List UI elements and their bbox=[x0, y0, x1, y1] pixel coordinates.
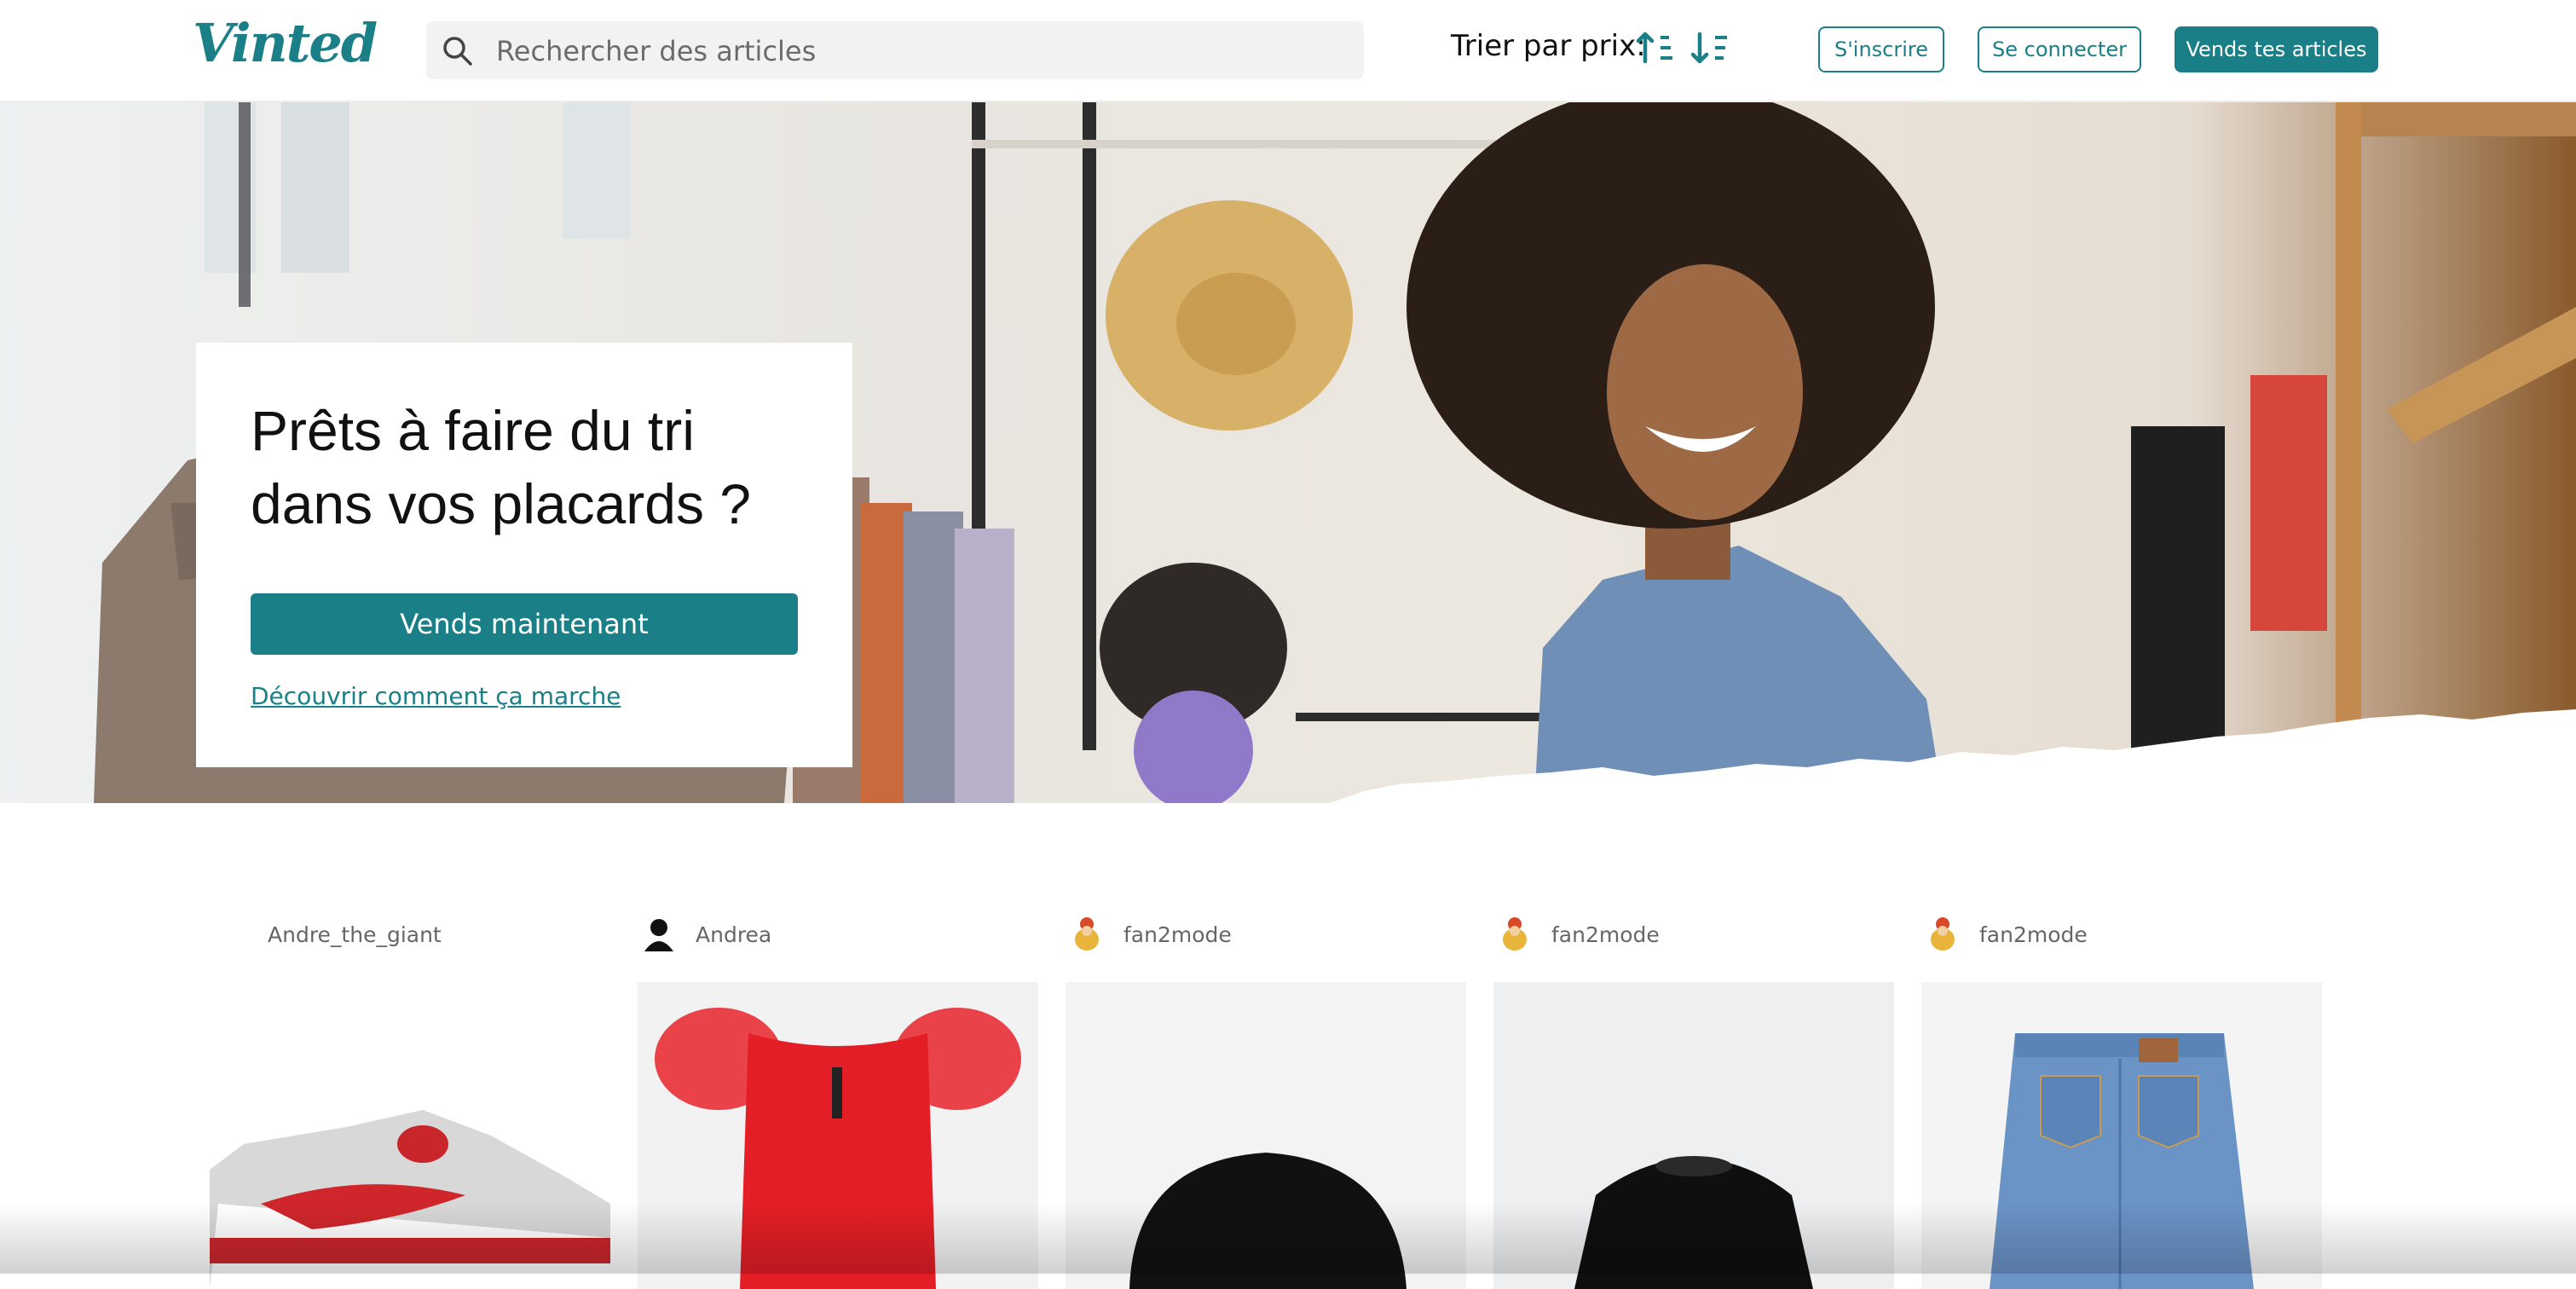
avatar bbox=[1075, 917, 1099, 951]
hero-card: Prêts à faire du tri dans vos placards ?… bbox=[196, 343, 852, 767]
item-photo[interactable] bbox=[638, 982, 1038, 1289]
item-photo[interactable] bbox=[1493, 982, 1894, 1289]
item-card[interactable]: fan2mode bbox=[1066, 904, 1466, 1289]
item-seller[interactable]: fan2mode bbox=[1066, 904, 1466, 963]
item-seller[interactable]: fan2mode bbox=[1493, 904, 1894, 963]
item-seller[interactable]: Andrea bbox=[638, 904, 1038, 963]
seller-username[interactable]: fan2mode bbox=[1123, 922, 1232, 947]
how-it-works-link[interactable]: Découvrir comment ça marche bbox=[251, 682, 621, 710]
item-photo[interactable] bbox=[1066, 982, 1466, 1289]
blue-jeans-photo bbox=[1990, 1033, 2254, 1289]
vinted-logo[interactable]: Vinted bbox=[193, 12, 378, 74]
search-bar[interactable] bbox=[426, 21, 1364, 81]
sell-now-button[interactable]: Vends maintenant bbox=[251, 593, 798, 655]
sell-items-button[interactable]: Vends tes articles bbox=[2175, 26, 2378, 72]
seller-username[interactable]: fan2mode bbox=[1979, 922, 2088, 947]
top-header: Vinted Trier par prix: S'inscrire Se con… bbox=[0, 0, 2576, 102]
avatar bbox=[1503, 917, 1527, 951]
sort-descending-icon[interactable] bbox=[1689, 27, 1730, 68]
item-seller[interactable]: Andre_the_giant bbox=[210, 904, 610, 963]
login-button[interactable]: Se connecter bbox=[1978, 26, 2141, 72]
hero-title: Prêts à faire du tri dans vos placards ? bbox=[251, 399, 752, 535]
red-top-photo bbox=[655, 1008, 1021, 1289]
item-card[interactable]: Andre_the_giant bbox=[210, 904, 610, 1289]
seller-username[interactable]: Andre_the_giant bbox=[268, 922, 442, 947]
avatar bbox=[644, 919, 673, 951]
search-input[interactable] bbox=[494, 21, 1350, 81]
search-icon bbox=[443, 37, 472, 66]
black-beanie-photo bbox=[1129, 1153, 1406, 1289]
black-sweater-photo bbox=[1574, 1156, 1813, 1289]
item-card[interactable]: Andrea bbox=[638, 904, 1038, 1289]
item-photo[interactable] bbox=[210, 982, 610, 1289]
sneaker-photo bbox=[210, 1110, 610, 1289]
avatar bbox=[1931, 917, 1955, 951]
item-photo[interactable] bbox=[1921, 982, 2322, 1289]
seller-username[interactable]: Andrea bbox=[696, 922, 771, 947]
hero-banner: Prêts à faire du tri dans vos placards ?… bbox=[0, 102, 2576, 803]
item-card[interactable]: fan2mode bbox=[1921, 904, 2322, 1289]
sort-ascending-icon[interactable] bbox=[1635, 27, 1676, 68]
item-seller[interactable]: fan2mode bbox=[1921, 904, 2322, 963]
sort-by-price-label: Trier par prix: bbox=[1451, 29, 1646, 63]
signup-button[interactable]: S'inscrire bbox=[1818, 26, 1944, 72]
item-card[interactable]: fan2mode bbox=[1493, 904, 1894, 1289]
seller-username[interactable]: fan2mode bbox=[1551, 922, 1660, 947]
